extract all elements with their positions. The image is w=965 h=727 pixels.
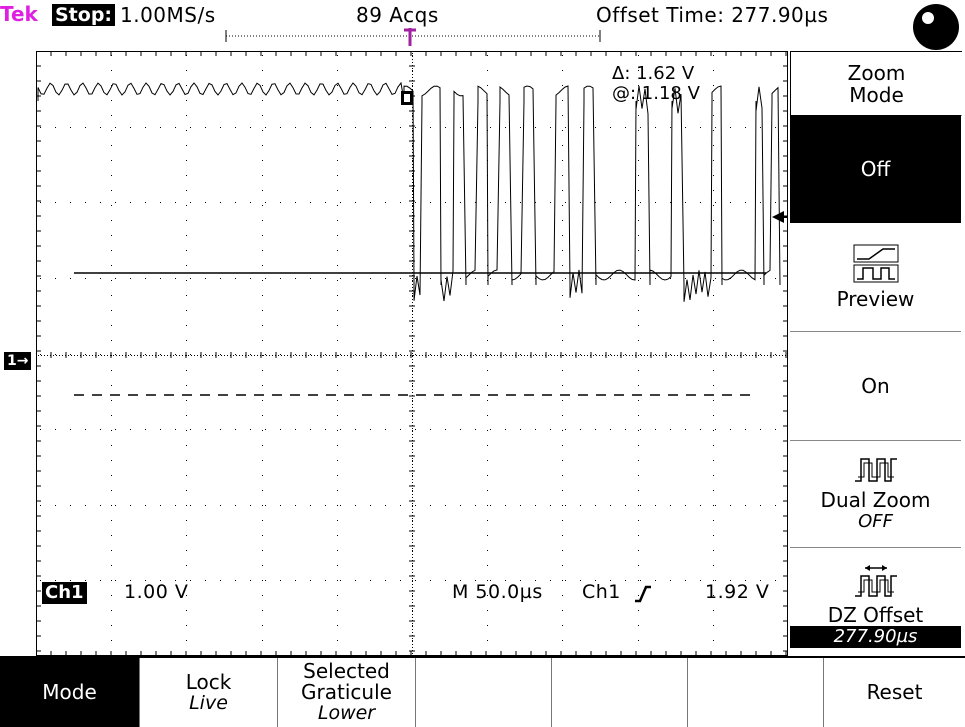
trigger-point-marker bbox=[401, 91, 413, 105]
zoom-off-button[interactable]: Off bbox=[790, 115, 961, 223]
preview-on-button[interactable]: On bbox=[790, 332, 961, 441]
dz-offset-label: DZ Offset bbox=[827, 603, 924, 627]
selected-graticule-label-2: Graticule bbox=[301, 680, 392, 704]
preview-label: Preview bbox=[836, 287, 915, 311]
dz-offset-value: 277.90µs bbox=[790, 626, 961, 648]
bottom-menu-empty-2[interactable] bbox=[552, 658, 688, 727]
dual-zoom-button[interactable]: Dual Zoom OFF bbox=[790, 441, 961, 548]
dual-zoom-state: OFF bbox=[858, 511, 893, 532]
bottom-menu-empty-3[interactable] bbox=[688, 658, 824, 727]
cursor-readout: Δ: 1.62 V @: 1.18 V bbox=[612, 64, 700, 104]
dual-zoom-icon bbox=[854, 458, 897, 482]
preview-icon bbox=[853, 244, 898, 283]
waveform-display[interactable] bbox=[36, 51, 788, 656]
preview-button[interactable]: Preview bbox=[790, 223, 961, 332]
reset-button[interactable]: Reset bbox=[824, 658, 965, 727]
channel-scale: 1.00 V bbox=[124, 581, 189, 603]
bottom-menu-empty-1[interactable] bbox=[416, 658, 552, 727]
cursor-at: @: 1.18 V bbox=[612, 83, 700, 104]
preview-on-label: On bbox=[861, 374, 890, 398]
dz-offset-icon bbox=[854, 565, 897, 597]
trigger-position-icon bbox=[404, 28, 416, 46]
trigger-source: Ch1 bbox=[582, 581, 621, 603]
zoom-off-label: Off bbox=[860, 157, 891, 181]
mode-button[interactable]: Mode bbox=[0, 658, 140, 727]
selected-graticule-state: Lower bbox=[317, 702, 376, 724]
trigger-level: 1.92 V bbox=[705, 581, 770, 603]
bottom-menu: Mode Lock Live Selected Graticule Lower … bbox=[0, 656, 965, 727]
side-menu: Zoom Mode Off Preview On Dual Zoom OFF D… bbox=[790, 51, 965, 656]
reset-label: Reset bbox=[866, 680, 923, 704]
lock-label: Lock bbox=[185, 669, 232, 694]
zoom-mode-label: Zoom Mode bbox=[847, 60, 906, 107]
channel-label: Ch1 bbox=[42, 582, 87, 604]
lock-button[interactable]: Lock Live bbox=[140, 658, 278, 727]
lock-state: Live bbox=[189, 691, 228, 714]
channel-ground-marker: 1→ bbox=[4, 352, 32, 370]
rising-edge-icon bbox=[635, 585, 651, 603]
dual-zoom-label: Dual Zoom bbox=[820, 488, 931, 512]
mode-label: Mode bbox=[42, 680, 97, 704]
selected-graticule-button[interactable]: Selected Graticule Lower bbox=[278, 658, 416, 727]
zoom-mode-title: Zoom Mode bbox=[790, 51, 962, 116]
timebase: M 50.0µs bbox=[452, 581, 543, 603]
selected-graticule-label-1: Selected bbox=[303, 659, 390, 683]
dz-offset-button[interactable]: DZ Offset 277.90µs bbox=[790, 548, 961, 648]
cursor-delta: Δ: 1.62 V bbox=[612, 63, 695, 84]
